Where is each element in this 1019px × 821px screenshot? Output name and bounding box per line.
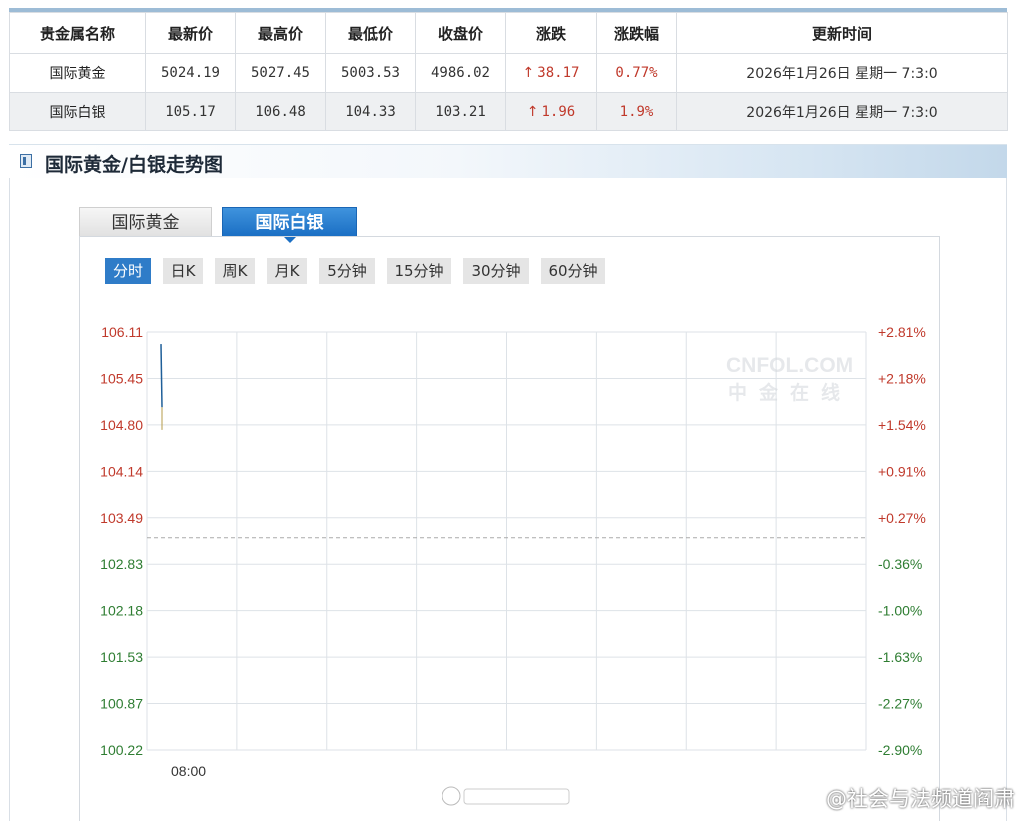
up-arrow-icon: ↑ [522,65,535,81]
row-change-value: 1.96 [541,103,576,120]
header-change: 涨跌 [505,12,597,54]
period-button-monthly[interactable]: 月K [267,258,307,284]
section-title: 国际黄金/白银走势图 [45,154,223,176]
row-close: 103.21 [415,92,506,131]
section-header: 国际黄金/白银走势图 [9,144,1007,178]
row-low: 104.33 [325,92,416,131]
row-high: 5027.45 [235,53,326,93]
page-watermark: @社会与法频道阎肃 [826,787,1015,811]
period-button-5min[interactable]: 5分钟 [319,258,375,284]
header-update-time: 更新时间 [676,12,1008,54]
period-button-30min[interactable]: 30分钟 [463,258,529,284]
row-time: 2026年1月26日 星期一 7:3:0 [676,92,1008,131]
period-button-daily[interactable]: 日K [163,258,203,284]
header-high: 最高价 [235,12,326,54]
up-arrow-icon: ↑ [526,103,539,120]
row-change-pct: 1.9% [596,92,677,131]
row-latest: 5024.19 [145,53,236,93]
book-icon [20,154,32,168]
price-table: 贵金属名称 最新价 最高价 最低价 收盘价 涨跌 涨跌幅 更新时间 国际黄金 5… [9,12,1008,131]
header-close: 收盘价 [415,12,506,54]
row-name[interactable]: 国际白银 [9,92,146,131]
header-name: 贵金属名称 [9,12,146,54]
price-table-container: 贵金属名称 最新价 最高价 最低价 收盘价 涨跌 涨跌幅 更新时间 国际黄金 5… [9,8,1008,131]
row-close: 4986.02 [415,53,506,93]
row-change-pct: 0.77% [596,53,677,93]
row-name[interactable]: 国际黄金 [9,53,146,93]
row-change: ↑ 38.17 [505,53,597,93]
period-button-15min[interactable]: 15分钟 [387,258,451,284]
row-change: ↑ 1.96 [505,92,597,131]
period-button-60min[interactable]: 60分钟 [541,258,605,284]
header-change-pct: 涨跌幅 [596,12,677,54]
row-change-value: 38.17 [537,65,580,81]
table-row-silver: 国际白银 105.17 106.48 104.33 103.21 ↑ 1.96 1… [9,92,1008,131]
tab-gold[interactable]: 国际黄金 [79,207,212,237]
header-latest: 最新价 [145,12,236,54]
row-time: 2026年1月26日 星期一 7:3:0 [676,53,1008,93]
tab-silver[interactable]: 国际白银 [222,207,357,243]
row-low: 5003.53 [325,53,416,93]
row-latest: 105.17 [145,92,236,131]
chart-frame [79,236,940,821]
header-low: 最低价 [325,12,416,54]
weibo-watermark-logo [442,786,570,806]
period-button-weekly[interactable]: 周K [215,258,255,284]
row-high: 106.48 [235,92,326,131]
period-button-intraday[interactable]: 分时 [105,258,151,284]
table-row-gold: 国际黄金 5024.19 5027.45 5003.53 4986.02 ↑ 38… [9,53,1008,93]
table-header-row: 贵金属名称 最新价 最高价 最低价 收盘价 涨跌 涨跌幅 更新时间 [9,12,1008,54]
